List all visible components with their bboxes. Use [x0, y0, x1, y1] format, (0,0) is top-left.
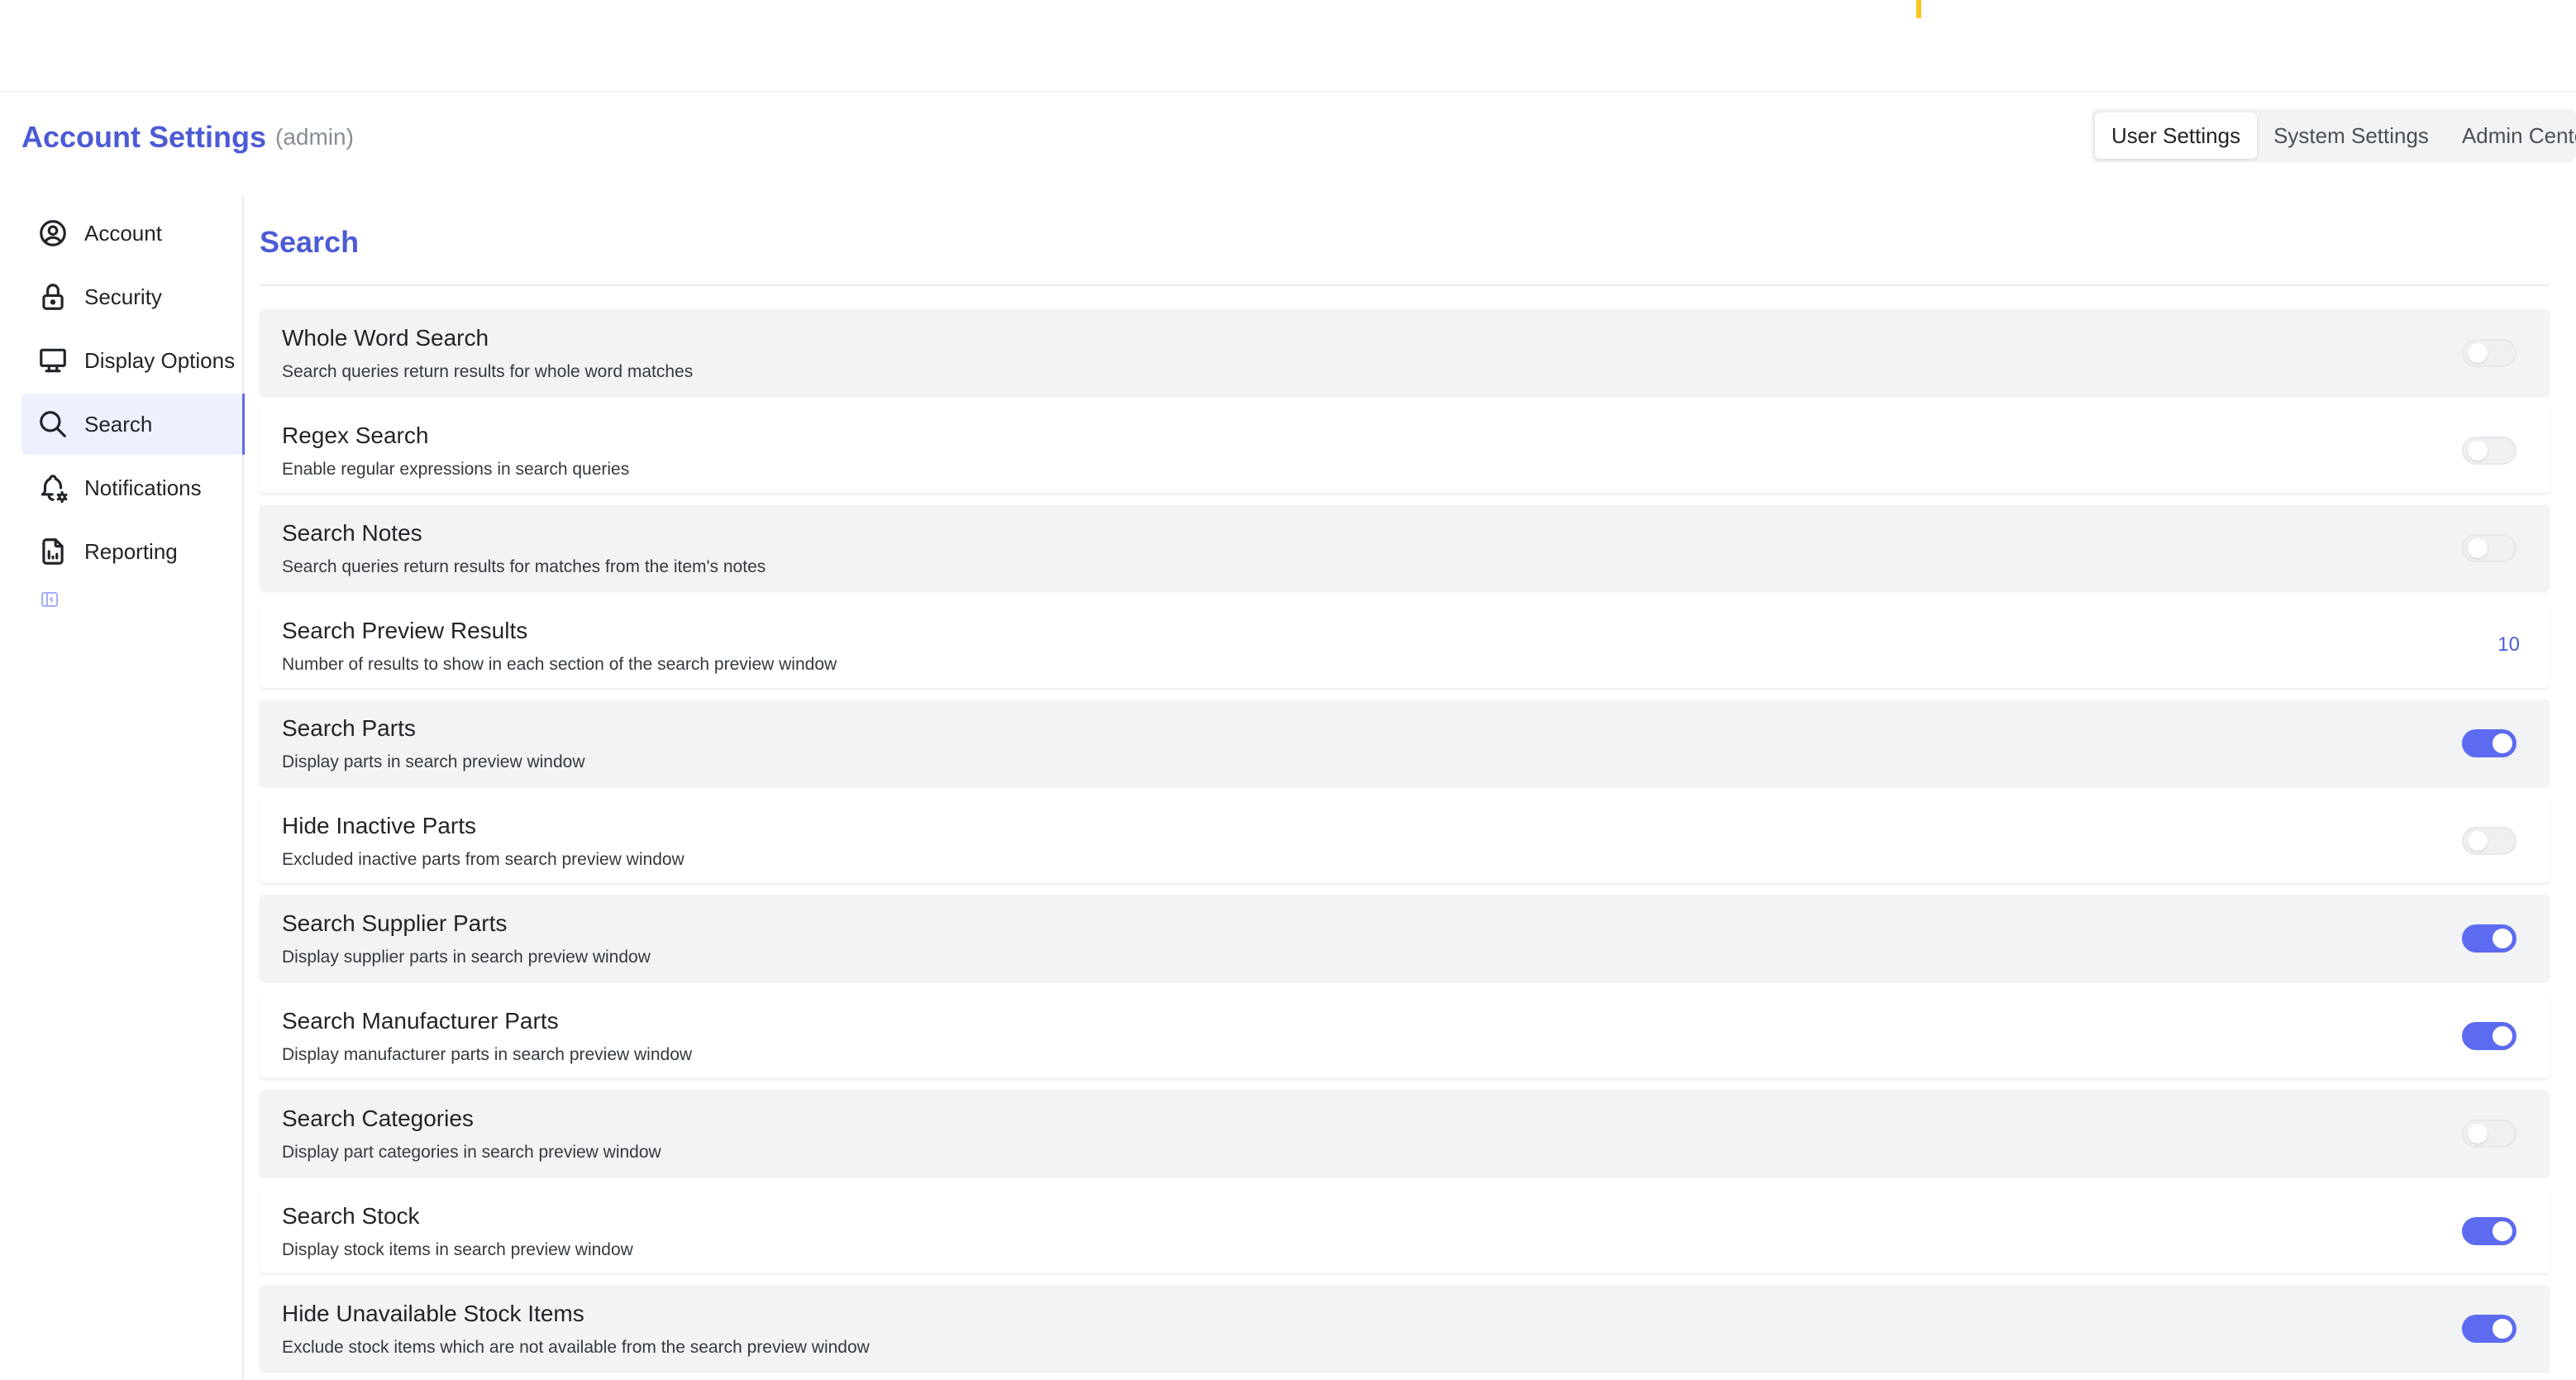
- setting-description: Excluded inactive parts from search prev…: [282, 850, 685, 869]
- hide-unavailable-stock-items-toggle[interactable]: [2462, 1315, 2516, 1343]
- section-title: Search: [260, 225, 360, 259]
- toggle-knob: [2468, 538, 2488, 558]
- setting-row-search-stock: Search Stock Display stock items in sear…: [260, 1187, 2550, 1273]
- report-file-icon: [36, 535, 69, 568]
- toggle-knob: [2468, 831, 2488, 851]
- setting-description: Display supplier parts in search preview…: [282, 948, 651, 967]
- whole-word-search-toggle[interactable]: [2462, 339, 2516, 367]
- toggle-knob: [2468, 343, 2488, 363]
- setting-row-search-supplier-parts: Search Supplier Parts Display supplier p…: [260, 895, 2550, 981]
- search-preview-results-value[interactable]: 10: [2497, 632, 2520, 658]
- sidebar-item-display-options[interactable]: Display Options: [21, 330, 243, 391]
- setting-name: Search Supplier Parts: [282, 910, 508, 936]
- settings-tabs: User Settings System Settings Admin Cent…: [2092, 109, 2576, 162]
- setting-name: Search Notes: [282, 520, 422, 546]
- sidebar-item-label: Notifications: [84, 475, 202, 500]
- tab-user-settings[interactable]: User Settings: [2095, 112, 2258, 159]
- top-bar-marker: [1916, 0, 1921, 18]
- toggle-knob: [2493, 1221, 2512, 1241]
- setting-row-search-preview-results: Search Preview Results Number of results…: [260, 602, 2550, 688]
- sidebar-item-account[interactable]: Account: [21, 203, 243, 264]
- sidebar-item-label: Security: [84, 284, 162, 309]
- sidebar-item-label: Reporting: [84, 538, 178, 564]
- toggle-knob: [2468, 441, 2488, 461]
- setting-row-search-parts: Search Parts Display parts in search pre…: [260, 700, 2550, 786]
- setting-description: Display stock items in search preview wi…: [282, 1240, 633, 1259]
- setting-description: Display part categories in search previe…: [282, 1143, 661, 1162]
- setting-name: Search Categories: [282, 1105, 474, 1131]
- setting-row-search-categories: Search Categories Display part categorie…: [260, 1090, 2550, 1176]
- sidebar-item-label: Display Options: [84, 347, 236, 373]
- search-categories-toggle[interactable]: [2462, 1120, 2516, 1148]
- setting-description: Search queries return results for whole …: [282, 362, 694, 381]
- sidebar-item-security[interactable]: Security: [21, 266, 243, 327]
- setting-name: Search Stock: [282, 1203, 420, 1229]
- hide-inactive-parts-toggle[interactable]: [2462, 827, 2516, 855]
- search-stock-toggle[interactable]: [2462, 1217, 2516, 1245]
- setting-name: Hide Inactive Parts: [282, 813, 476, 838]
- search-supplier-parts-toggle[interactable]: [2462, 924, 2516, 953]
- bell-cog-icon: [36, 471, 69, 504]
- setting-row-hide-inactive-parts: Hide Inactive Parts Excluded inactive pa…: [260, 797, 2550, 883]
- setting-name: Search Preview Results: [282, 618, 528, 643]
- setting-description: Enable regular expressions in search que…: [282, 460, 630, 479]
- tab-admin-center[interactable]: Admin Center: [2445, 112, 2576, 159]
- setting-row-search-notes: Search Notes Search queries return resul…: [260, 504, 2550, 590]
- sidebar-item-search[interactable]: Search: [21, 394, 245, 455]
- monitor-icon: [36, 344, 69, 377]
- search-parts-toggle[interactable]: [2462, 729, 2516, 757]
- sidebar-collapse-icon[interactable]: [40, 590, 60, 609]
- setting-name: Search Parts: [282, 715, 416, 741]
- setting-description: Display parts in search preview window: [282, 752, 585, 771]
- setting-row-whole-word-search: Whole Word Search Search queries return …: [260, 309, 2550, 395]
- user-circle-icon: [36, 217, 69, 250]
- section-divider: [260, 284, 2550, 286]
- setting-row-regex-search: Regex Search Enable regular expressions …: [260, 407, 2550, 493]
- page-title: Account Settings: [21, 120, 267, 154]
- setting-row-hide-unavailable-stock-items: Hide Unavailable Stock Items Exclude sto…: [260, 1285, 2550, 1371]
- toggle-knob: [2493, 929, 2512, 948]
- setting-row-search-manufacturer-parts: Search Manufacturer Parts Display manufa…: [260, 992, 2550, 1078]
- toggle-knob: [2468, 1124, 2488, 1144]
- top-bar: [0, 0, 2576, 93]
- lock-icon: [36, 280, 69, 313]
- setting-name: Search Manufacturer Parts: [282, 1008, 559, 1034]
- setting-name: Regex Search: [282, 423, 429, 448]
- tab-system-settings[interactable]: System Settings: [2257, 112, 2445, 159]
- search-manufacturer-parts-toggle[interactable]: [2462, 1022, 2516, 1050]
- sidebar-item-notifications[interactable]: Notifications: [21, 457, 243, 518]
- toggle-knob: [2493, 1319, 2512, 1339]
- sidebar-item-label: Search: [84, 411, 153, 437]
- page-user-label: (admin): [275, 124, 354, 150]
- search-icon: [36, 408, 69, 441]
- setting-name: Hide Unavailable Stock Items: [282, 1301, 584, 1326]
- search-notes-toggle[interactable]: [2462, 534, 2516, 562]
- toggle-knob: [2493, 733, 2512, 753]
- toggle-knob: [2493, 1026, 2512, 1046]
- setting-name: Whole Word Search: [282, 325, 489, 351]
- sidebar: Account Security Display Options Search …: [0, 197, 245, 1380]
- setting-description: Number of results to show in each sectio…: [282, 655, 837, 674]
- sidebar-item-reporting[interactable]: Reporting: [21, 521, 243, 582]
- setting-description: Search queries return results for matche…: [282, 557, 766, 576]
- setting-description: Display manufacturer parts in search pre…: [282, 1045, 693, 1064]
- sidebar-item-label: Account: [84, 220, 162, 246]
- setting-description: Exclude stock items which are not availa…: [282, 1338, 870, 1357]
- regex-search-toggle[interactable]: [2462, 437, 2516, 465]
